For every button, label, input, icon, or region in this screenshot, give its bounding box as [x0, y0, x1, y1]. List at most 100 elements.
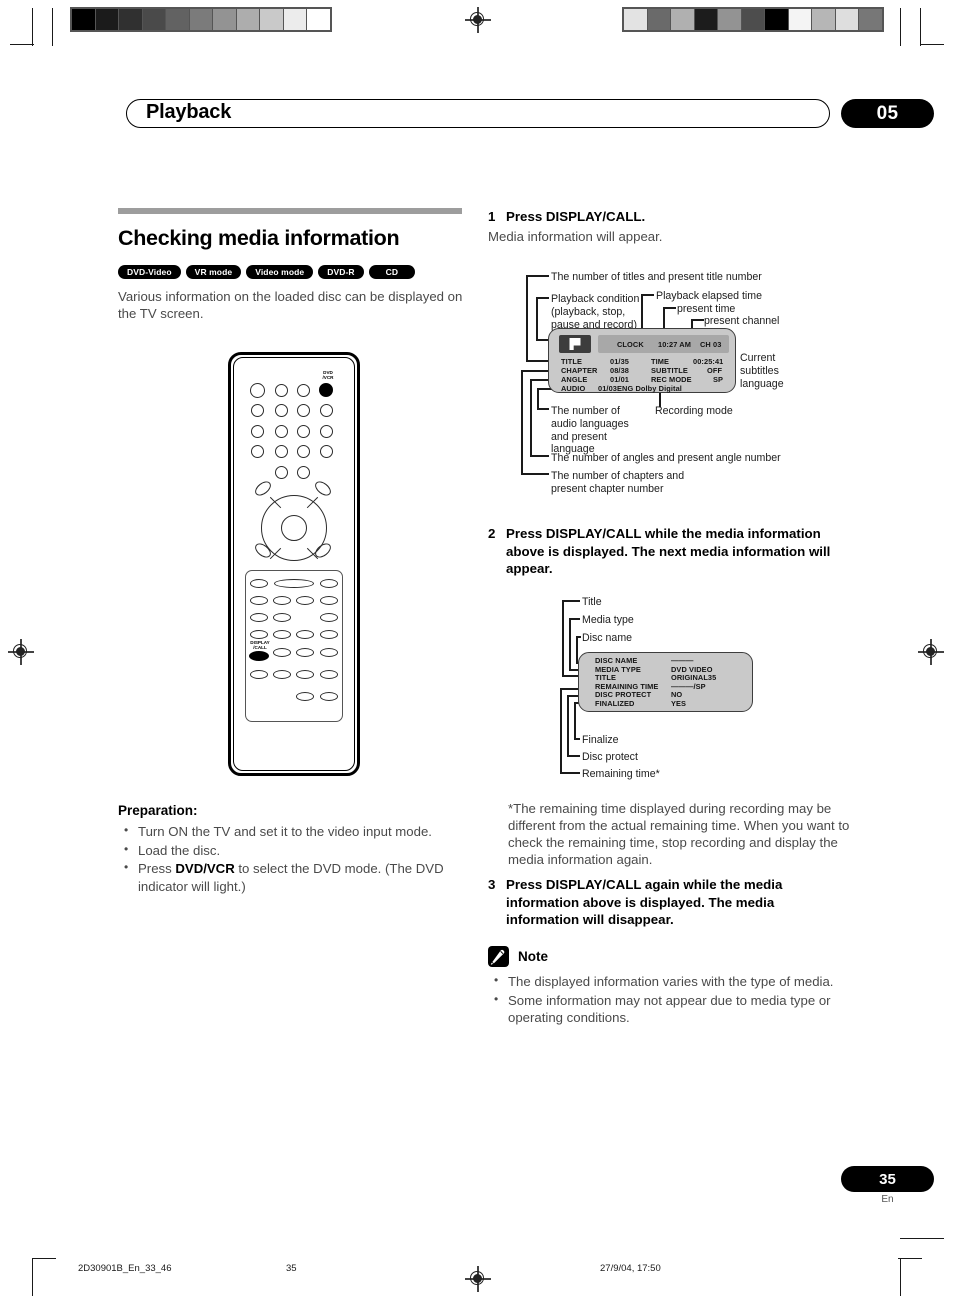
remote-button-r2c2[interactable] — [275, 404, 288, 417]
calibration-swatch — [671, 9, 694, 30]
remote-button-p4c3[interactable] — [296, 630, 314, 639]
remote-button-r2c3[interactable] — [297, 404, 310, 417]
leader-elapsed-h — [641, 294, 654, 296]
remote-button-p5c4[interactable] — [320, 648, 338, 657]
osd-row-time-label: TIME — [651, 357, 670, 366]
crop-mark-bottom-right-v — [900, 1258, 902, 1296]
remote-button-p7c3[interactable] — [296, 692, 314, 701]
remote-button-r3c1[interactable] — [251, 425, 264, 438]
calibration-swatch — [741, 9, 765, 30]
remote-button-r5c2[interactable] — [297, 466, 310, 479]
callout-present-time: present time — [677, 303, 736, 315]
remote-button-r3c2[interactable] — [275, 425, 288, 438]
remote-button-r4c3[interactable] — [297, 445, 310, 458]
remote-button-r3c4[interactable] — [320, 425, 333, 438]
osd-row-chapter-value: 08/38 — [610, 366, 629, 375]
remote-button-p3c4[interactable] — [320, 613, 338, 622]
crop-mark-bottom-left-h — [32, 1258, 56, 1260]
remote-label-display-call: DISPLAY /CALL — [250, 640, 270, 651]
calibration-swatch — [307, 9, 331, 30]
leader-chapters-h2 — [521, 473, 549, 475]
osd-row-title-value: 01/35 — [610, 357, 629, 366]
remote-button-p3c1[interactable] — [250, 613, 268, 622]
remote-button-r1c1[interactable] — [250, 383, 265, 398]
note-header: Note — [488, 946, 848, 967]
callout-elapsed-time: Playback elapsed time — [656, 290, 762, 302]
section-title: Checking media information — [118, 226, 400, 250]
calibration-swatch — [835, 9, 859, 30]
remote-button-p1c1[interactable] — [250, 579, 268, 588]
remote-button-dvd-vcr[interactable] — [319, 383, 333, 397]
remote-button-p5c3[interactable] — [296, 648, 314, 657]
remote-button-p4c1[interactable] — [250, 630, 268, 639]
left-column: Checking media information DVD-Video VR … — [118, 208, 470, 326]
callout2-disc-name: Disc name — [582, 632, 633, 644]
remote-button-r1c3[interactable] — [297, 384, 310, 397]
remote-button-play[interactable] — [274, 579, 314, 588]
remote-button-r1c2[interactable] — [275, 384, 288, 397]
imprint-page: 35 — [286, 1263, 297, 1274]
grayscale-calibration-left — [70, 7, 332, 32]
remote-button-p4c4[interactable] — [320, 630, 338, 639]
remote-button-r4c4[interactable] — [320, 445, 333, 458]
remote-button-p2c1[interactable] — [250, 596, 268, 605]
leader-playback-v — [536, 297, 538, 340]
list-item: Turn ON the TV and set it to the video i… — [118, 822, 478, 841]
imprint-date: 27/9/04, 17:50 — [600, 1263, 661, 1274]
section-intro-text: Various information on the loaded disc c… — [118, 289, 463, 321]
remote-button-p1c4[interactable] — [320, 579, 338, 588]
note-block: Note The displayed information varies wi… — [488, 932, 848, 1028]
step-1: 1 Press DISPLAY/CALL. — [488, 208, 848, 226]
remote-button-display-call[interactable] — [249, 651, 269, 661]
remote-button-p6c1[interactable] — [250, 670, 268, 679]
grayscale-calibration-right — [622, 7, 884, 32]
badge-dvd-r: DVD-R — [318, 265, 364, 279]
note-list: The displayed information varies with th… — [488, 972, 848, 1027]
remote-button-p3c2[interactable] — [273, 613, 291, 622]
step-1-number: 1 — [488, 209, 496, 224]
leader-titles-v — [526, 275, 528, 361]
remote-button-p7c4[interactable] — [320, 692, 338, 701]
remote-button-r5c1[interactable] — [275, 466, 288, 479]
chapter-number-badge: 05 — [841, 99, 934, 128]
remote-button-r4c1[interactable] — [251, 445, 264, 458]
figure-media-info-1: The number of titles and present title n… — [488, 262, 868, 495]
osd-row-title-label: TITLE — [561, 357, 583, 366]
osd-row-subtitle-label: SUBTITLE — [651, 366, 688, 375]
remote-button-r3c3[interactable] — [297, 425, 310, 438]
list-item: Press DVD/VCR to select the DVD mode. (T… — [118, 859, 478, 895]
callout-current-subtitles: Current subtitles language — [740, 352, 784, 390]
leader2-title-h — [562, 600, 580, 602]
calibration-swatch — [788, 9, 812, 30]
remote-button-p6c2[interactable] — [273, 670, 291, 679]
calibration-swatch — [236, 9, 260, 30]
remote-button-p2c4[interactable] — [320, 596, 338, 605]
osd-clock-time: 10:27 AM — [658, 340, 691, 349]
osd-row-chapter-label: CHAPTER — [561, 366, 598, 375]
remote-button-r2c4[interactable] — [320, 404, 333, 417]
remote-label-dvd-vcr: DVD /VCR — [322, 370, 334, 381]
remote-button-p2c2[interactable] — [273, 596, 291, 605]
osd2-row2-value: ORIGINAL35 — [671, 673, 717, 682]
callout2-remaining-time: Remaining time* — [582, 768, 660, 780]
remote-button-p5c2[interactable] — [273, 648, 291, 657]
leader2-title-v — [562, 600, 564, 676]
osd-row-recmode-label: REC MODE — [651, 375, 692, 384]
registration-mark-top-center — [465, 7, 491, 33]
pencil-icon — [488, 946, 509, 967]
remote-button-p2c3[interactable] — [296, 596, 314, 605]
badge-vr-mode: VR mode — [185, 265, 242, 279]
osd2-row5-label: FINALIZED — [595, 699, 635, 708]
remote-button-r2c1[interactable] — [251, 404, 264, 417]
leader-angles-h2 — [530, 455, 549, 457]
osd-channel: CH 03 — [700, 340, 722, 349]
remote-button-p6c4[interactable] — [320, 670, 338, 679]
remote-dpad-center[interactable] — [281, 515, 307, 541]
callout-audio-languages: The number of audio languages and presen… — [551, 405, 629, 456]
calibration-swatch — [72, 9, 95, 30]
calibration-swatch — [189, 9, 213, 30]
leader-present-channel-h — [691, 319, 704, 321]
remote-button-p6c3[interactable] — [296, 670, 314, 679]
remote-button-p4c2[interactable] — [273, 630, 291, 639]
remote-button-r4c2[interactable] — [275, 445, 288, 458]
